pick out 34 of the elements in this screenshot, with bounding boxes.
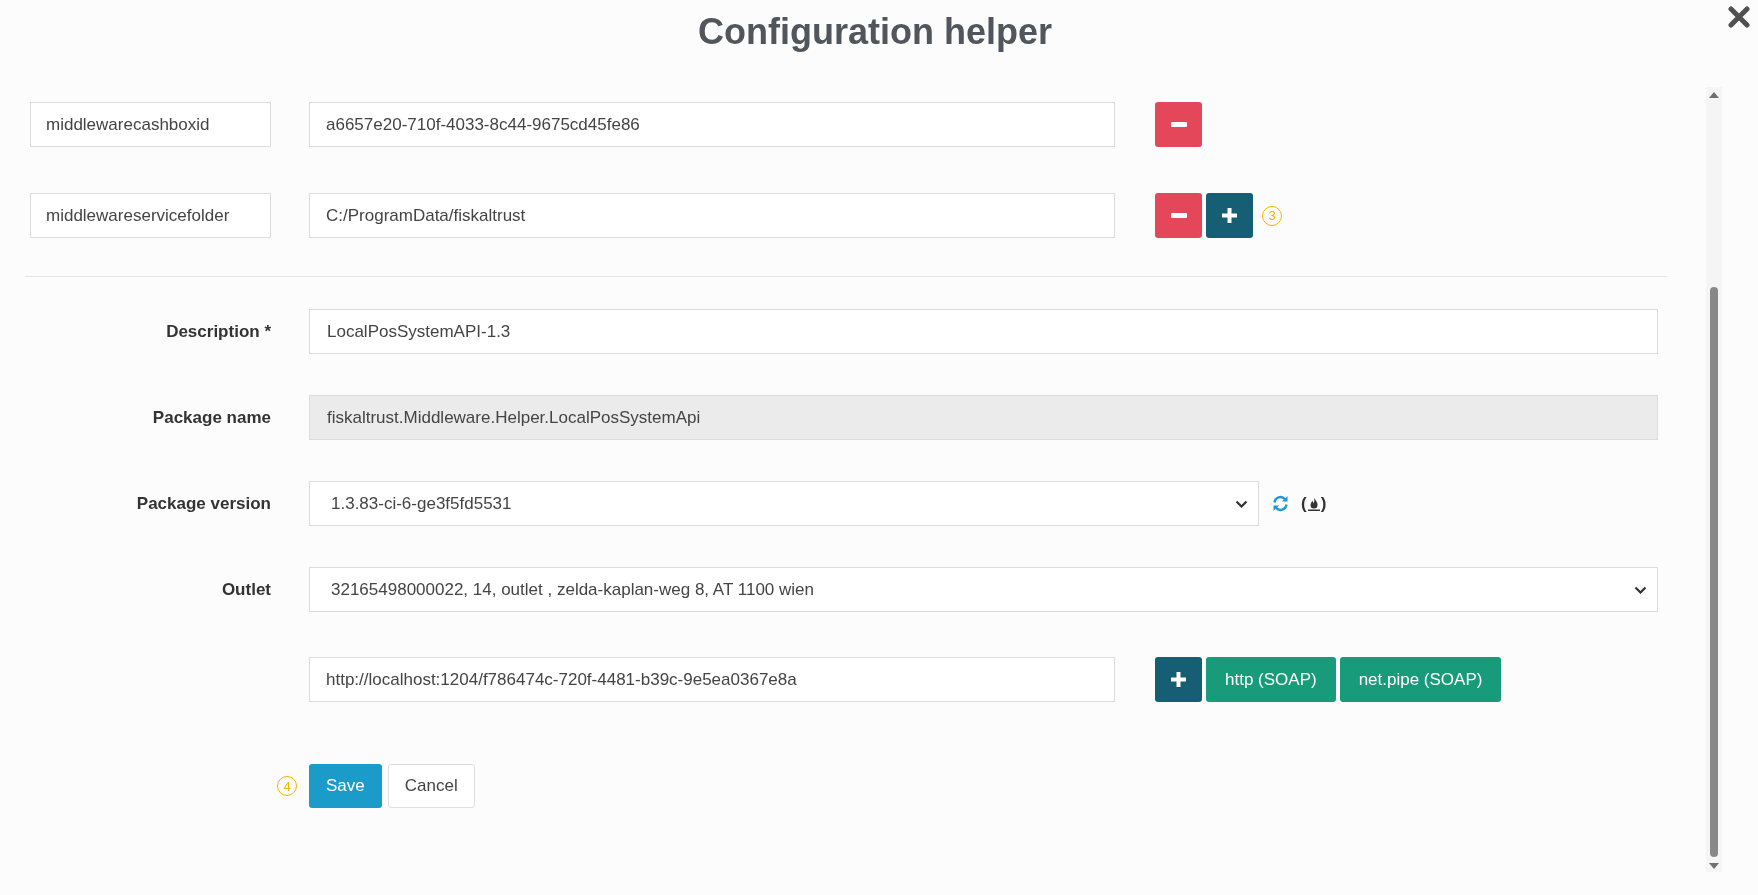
chevron-down-icon xyxy=(1235,499,1248,508)
plus-icon xyxy=(1222,208,1237,223)
remove-button[interactable] xyxy=(1155,102,1202,147)
add-button[interactable] xyxy=(1206,193,1253,238)
minus-icon xyxy=(1170,213,1187,218)
close-icon xyxy=(1728,6,1750,28)
field-label: Package name xyxy=(151,407,271,428)
url-field[interactable]: http://localhost:1204/f786474c-720f-4481-b39c-9e5ea0367e8a xyxy=(309,657,1115,702)
dialog-title: Configuration helper xyxy=(698,10,1052,54)
plus-icon xyxy=(1171,672,1186,687)
select-field[interactable]: 32165498000022, 14, outlet , zelda-kaplan-weg 8, AT 1100 wien xyxy=(309,567,1658,612)
scrollbar-thumb[interactable] xyxy=(1710,287,1718,857)
add-button[interactable] xyxy=(1155,657,1202,702)
cancel-button[interactable]: Cancel xyxy=(387,764,475,808)
close-button[interactable] xyxy=(1728,6,1750,28)
paren-text: ( xyxy=(1301,493,1307,514)
remove-button[interactable] xyxy=(1155,193,1202,238)
scroll-up-icon[interactable] xyxy=(1709,92,1719,98)
flame-icon xyxy=(1307,496,1320,511)
parameter-key-field[interactable]: middlewarecashboxid xyxy=(30,102,271,147)
field-label: Outlet xyxy=(220,579,271,600)
paren-text: ) xyxy=(1320,493,1327,514)
chevron-down-icon xyxy=(1634,585,1647,594)
text-field[interactable]: LocalPosSystemAPI-1.3 xyxy=(309,309,1658,354)
field-label: Package version xyxy=(135,493,271,514)
field-label: Description * xyxy=(165,321,271,342)
parameter-value-field[interactable]: a6657e20-710f-4033-8c44-9675cd45fe86 xyxy=(309,102,1115,147)
select-field[interactable]: 1.3.83-ci-6-ge3f5fd5531 xyxy=(309,481,1259,526)
scrollbar[interactable] xyxy=(1706,87,1722,872)
minus-icon xyxy=(1170,122,1187,127)
parameter-value-field[interactable]: C:/ProgramData/fiskaltrust xyxy=(309,193,1115,238)
scroll-down-icon[interactable] xyxy=(1709,863,1719,869)
parameter-key-field[interactable]: middlewareservicefolder xyxy=(30,193,271,238)
refresh-icon[interactable] xyxy=(1272,495,1289,512)
